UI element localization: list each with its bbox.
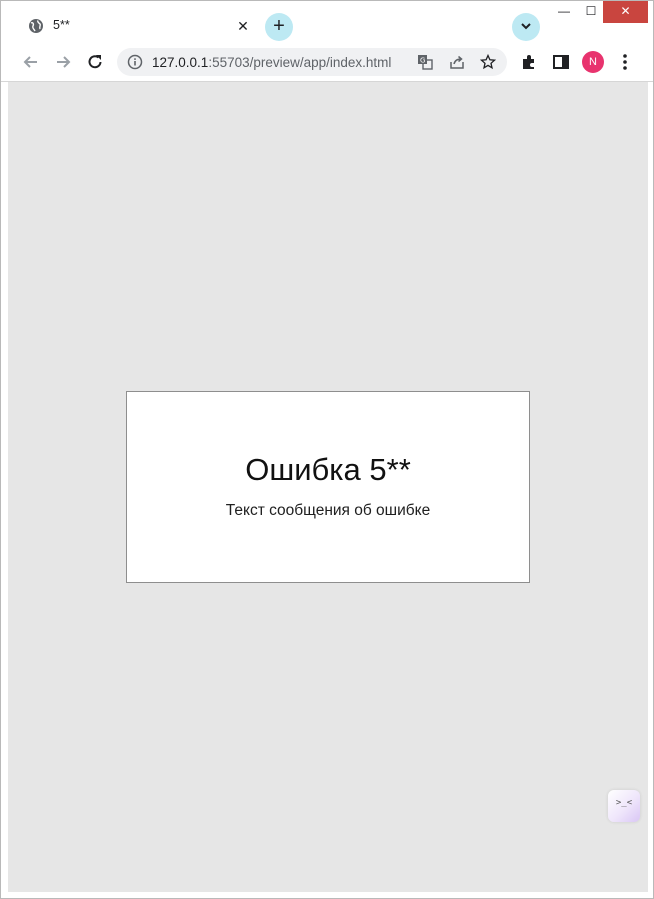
browser-window: 5** ✕ + — ☐ ✕ 127.0.0.1:55703/preview/ap… <box>0 0 654 899</box>
back-icon[interactable] <box>21 52 41 72</box>
widget-face-icon: >_< <box>615 798 633 808</box>
new-tab-button[interactable]: + <box>265 13 293 41</box>
tab-close-icon[interactable]: ✕ <box>234 17 252 35</box>
share-icon[interactable] <box>449 54 465 70</box>
star-icon[interactable] <box>480 54 496 70</box>
maximize-button[interactable]: ☐ <box>576 1 606 23</box>
forward-icon[interactable] <box>53 52 73 72</box>
active-tab[interactable]: 5** ✕ <box>17 9 257 43</box>
globe-icon <box>29 19 43 33</box>
minimize-button[interactable]: — <box>549 1 579 23</box>
profile-avatar[interactable]: N <box>582 51 604 73</box>
floating-widget-button[interactable]: >_< <box>608 790 640 822</box>
tab-strip: 5** ✕ + — ☐ ✕ <box>1 1 653 43</box>
tab-title: 5** <box>53 18 70 32</box>
svg-text:G: G <box>420 57 425 65</box>
error-title: Ошибка 5** <box>245 452 411 487</box>
url-text[interactable]: 127.0.0.1:55703/preview/app/index.html <box>152 55 391 70</box>
translate-icon[interactable]: G <box>417 54 433 70</box>
error-message: Текст сообщения об ошибке <box>225 502 431 519</box>
url-host: 127.0.0.1 <box>152 55 209 70</box>
menu-icon[interactable] <box>616 52 634 72</box>
side-panel-icon[interactable] <box>552 53 570 71</box>
info-icon[interactable] <box>127 54 143 70</box>
reload-icon[interactable] <box>85 52 105 72</box>
error-card: Ошибка 5** Текст сообщения об ошибке <box>126 391 530 583</box>
browser-toolbar: 127.0.0.1:55703/preview/app/index.html G… <box>1 43 653 82</box>
tab-search-button[interactable] <box>512 13 540 41</box>
page-viewport: Ошибка 5** Текст сообщения об ошибке >_< <box>8 82 648 892</box>
close-window-button[interactable]: ✕ <box>603 1 648 23</box>
chevron-down-icon <box>521 23 531 30</box>
address-bar[interactable]: 127.0.0.1:55703/preview/app/index.html G <box>117 48 507 76</box>
url-path: :55703/preview/app/index.html <box>208 55 392 70</box>
extensions-icon[interactable] <box>520 53 538 71</box>
